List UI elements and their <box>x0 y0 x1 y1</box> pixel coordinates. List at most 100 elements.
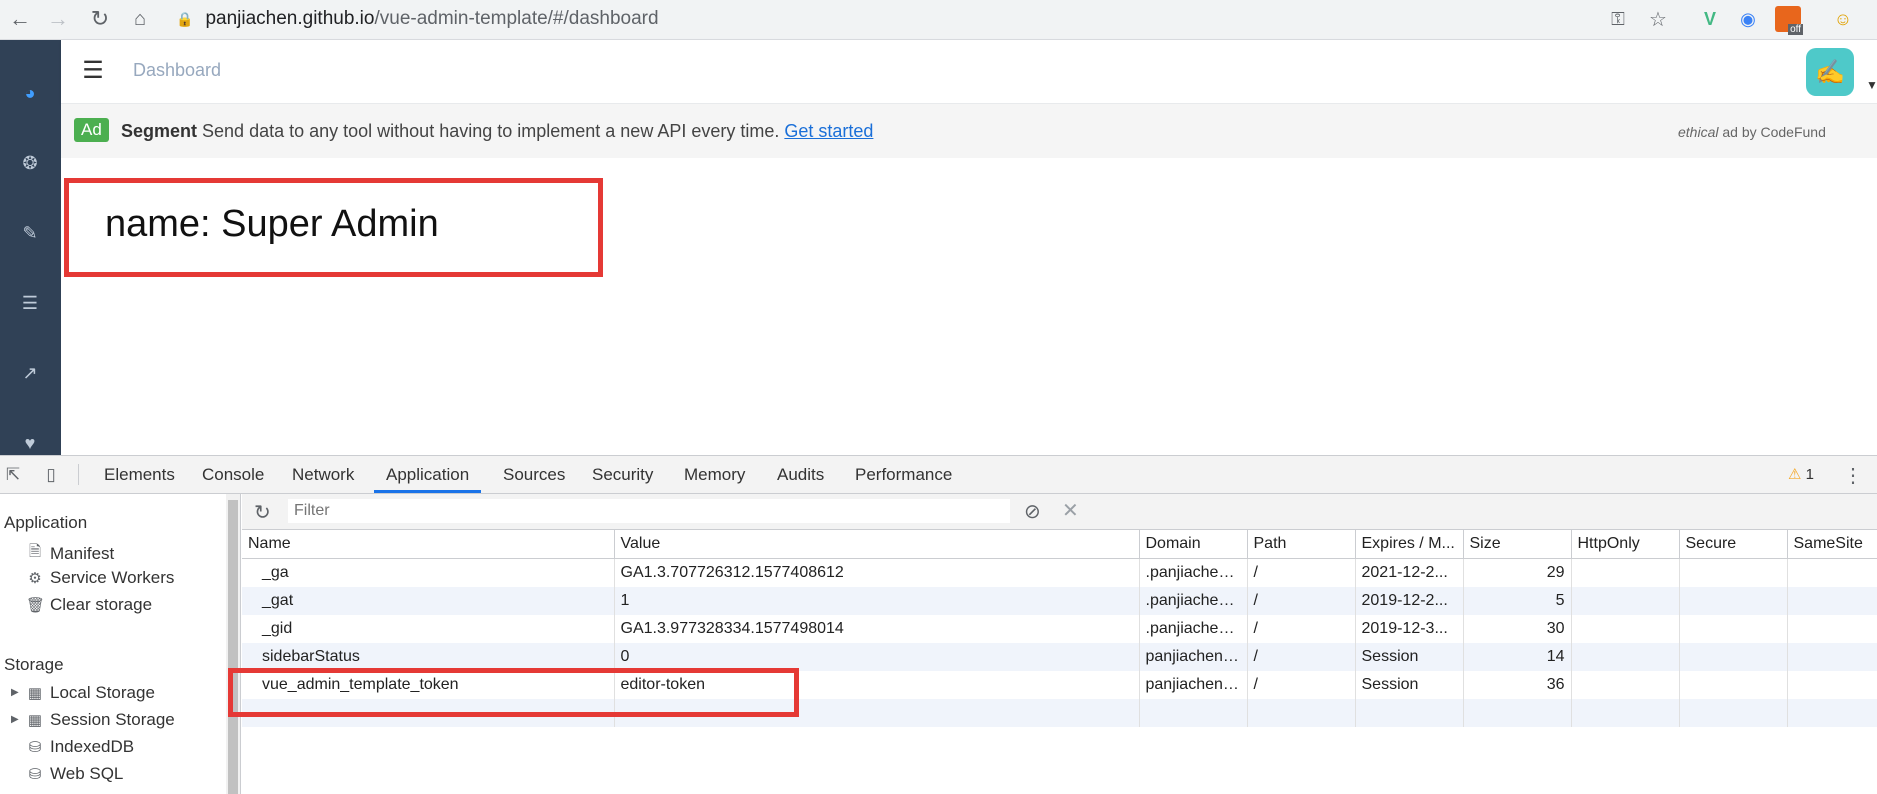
key-icon[interactable]: ⚿ <box>1605 6 1631 32</box>
extension-icon[interactable]: ◉ <box>1735 6 1761 32</box>
ad-credit-ethical: ethical <box>1678 124 1719 140</box>
cookie-filter-bar: ↻ ⊘ ✕ <box>242 494 1877 530</box>
sidebar-item-label: IndexedDB <box>50 737 135 756</box>
column-header-path[interactable]: Path <box>1247 530 1356 559</box>
get-started-link[interactable]: Get started <box>784 121 873 141</box>
cell-expires: 2019-12-2... <box>1355 587 1464 615</box>
clear-all-icon[interactable]: ⊘ <box>1024 499 1041 524</box>
filter-input[interactable] <box>288 499 1010 523</box>
ad-credit[interactable]: ethical ad by CodeFund <box>1678 124 1826 140</box>
caret-down-icon[interactable]: ▼ <box>1866 78 1877 92</box>
cell-empty <box>1355 699 1464 727</box>
cell-httponly <box>1571 643 1680 671</box>
trash-icon: 🗑 <box>26 597 46 614</box>
ad-badge: Ad <box>74 118 109 142</box>
extension-off-label: off <box>1788 24 1803 35</box>
app-header: ☰ Dashboard ✍ ▼ <box>61 40 1877 104</box>
cell-expires: Session <box>1355 671 1464 699</box>
sidebar-item-clear-storage[interactable]: 🗑 Clear storage <box>26 595 152 615</box>
devtools-panel: ⇱ ▯ Elements Console Network Application… <box>0 455 1877 794</box>
cell-samesite <box>1787 643 1877 671</box>
tab-console[interactable]: Console <box>200 456 266 493</box>
cell-samesite <box>1787 587 1877 615</box>
reload-icon[interactable]: ↻ <box>84 3 116 35</box>
inspect-element-icon[interactable]: ⇱ <box>2 464 24 486</box>
dashboard-icon[interactable]: ◕ <box>12 75 48 111</box>
column-header-value[interactable]: Value <box>614 530 1140 559</box>
forward-arrow-icon[interactable]: → <box>42 3 74 35</box>
form-icon[interactable]: ✎ <box>12 215 48 251</box>
table-row[interactable]: sidebarStatus 0 panjiachen.... / Session… <box>242 643 1877 671</box>
ad-credit-rest: ad by CodeFund <box>1718 124 1826 140</box>
tab-network[interactable]: Network <box>290 456 356 493</box>
external-link-icon[interactable]: ↗ <box>12 355 48 391</box>
device-toolbar-icon[interactable]: ▯ <box>40 464 62 486</box>
sidebar-item-label: Manifest <box>50 543 115 563</box>
cell-path: / <box>1247 643 1356 671</box>
example-icon[interactable]: ❂ <box>12 145 48 181</box>
cell-name: _gid <box>242 615 615 643</box>
column-header-httponly[interactable]: HttpOnly <box>1571 530 1680 559</box>
column-header-secure[interactable]: Secure <box>1679 530 1788 559</box>
cell-domain: panjiachen.... <box>1139 643 1248 671</box>
tab-audits[interactable]: Audits <box>775 456 826 493</box>
devtools-sidebar: Application 🗎 Manifest ⚙ Service Workers 🗑… <box>0 494 227 794</box>
column-header-expires[interactable]: Expires / M... <box>1355 530 1464 559</box>
column-header-samesite[interactable]: SameSite <box>1787 530 1877 559</box>
ad-text: Segment Send data to any tool without ha… <box>121 121 873 142</box>
cell-name: _gat <box>242 587 615 615</box>
nested-list-icon[interactable]: ☰ <box>12 285 48 321</box>
extension-off-icon[interactable]: off <box>1775 6 1803 35</box>
tab-performance[interactable]: Performance <box>853 456 954 493</box>
section-storage: Storage <box>4 655 64 674</box>
cell-value: 0 <box>614 643 1140 671</box>
warning-indicator[interactable]: ⚠ 1 <box>1788 465 1814 483</box>
sidebar-item-indexeddb[interactable]: ⛁ IndexedDB <box>26 737 134 757</box>
vue-devtools-icon[interactable]: V <box>1697 6 1723 32</box>
sidebar-scrollbar-thumb[interactable] <box>228 500 238 794</box>
cell-size: 36 <box>1463 671 1572 699</box>
home-icon[interactable]: ⌂ <box>124 3 156 35</box>
cell-httponly <box>1571 558 1680 587</box>
breadcrumb[interactable]: Dashboard <box>133 60 221 81</box>
sidebar-item-session-storage[interactable]: ▦ Session Storage <box>26 710 175 730</box>
sidebar-item-web-sql[interactable]: ⛁ Web SQL <box>26 764 124 784</box>
token-highlight-box <box>228 668 799 717</box>
expand-triangle-icon[interactable]: ▶ <box>11 714 19 725</box>
tab-security[interactable]: Security <box>590 456 655 493</box>
cell-domain: .panjiachen... <box>1139 587 1248 615</box>
more-options-icon[interactable]: ⋮ <box>1842 464 1864 487</box>
avatar[interactable]: ✍ <box>1806 48 1854 96</box>
grid-icon: ▦ <box>27 685 43 702</box>
hamburger-icon[interactable]: ☰ <box>79 56 107 84</box>
column-header-domain[interactable]: Domain <box>1139 530 1248 559</box>
refresh-icon[interactable]: ↻ <box>254 500 271 525</box>
cell-secure <box>1679 643 1788 671</box>
ad-brand: Segment <box>121 121 198 141</box>
table-row[interactable]: _ga GA1.3.707726312.1577408612 .panjiach… <box>242 558 1877 587</box>
grid-icon: ▦ <box>27 712 43 729</box>
table-row[interactable]: _gat 1 .panjiachen... / 2019-12-2... 5 <box>242 587 1877 615</box>
sidebar-item-service-workers[interactable]: ⚙ Service Workers <box>26 568 174 588</box>
sidebar-item-manifest[interactable]: 🗎 Manifest <box>26 541 114 566</box>
dashboard-name: name: Super Admin <box>105 203 439 245</box>
delete-selected-icon[interactable]: ✕ <box>1062 498 1079 523</box>
tab-application[interactable]: Application <box>374 456 482 493</box>
cell-httponly <box>1571 615 1680 643</box>
cell-empty <box>1139 699 1248 727</box>
cell-expires: Session <box>1355 643 1464 671</box>
back-arrow-icon[interactable]: ← <box>4 3 36 35</box>
profile-icon[interactable]: ☺ <box>1830 6 1856 32</box>
address-bar[interactable]: 🔒 panjiachen.github.io/vue-admin-templat… <box>168 3 1713 35</box>
sidebar-item-local-storage[interactable]: ▦ Local Storage <box>26 683 155 703</box>
sidebar-item-label: Clear storage <box>50 595 153 614</box>
tab-sources[interactable]: Sources <box>501 456 567 493</box>
cell-value: GA1.3.977328334.1577498014 <box>614 615 1140 643</box>
bookmark-star-icon[interactable]: ☆ <box>1645 6 1671 32</box>
table-row[interactable]: _gid GA1.3.977328334.1577498014 .panjiac… <box>242 615 1877 643</box>
tab-memory[interactable]: Memory <box>682 456 747 493</box>
column-header-size[interactable]: Size <box>1463 530 1572 559</box>
tab-elements[interactable]: Elements <box>102 456 177 493</box>
column-header-name[interactable]: Name <box>242 530 615 559</box>
expand-triangle-icon[interactable]: ▶ <box>11 687 19 698</box>
